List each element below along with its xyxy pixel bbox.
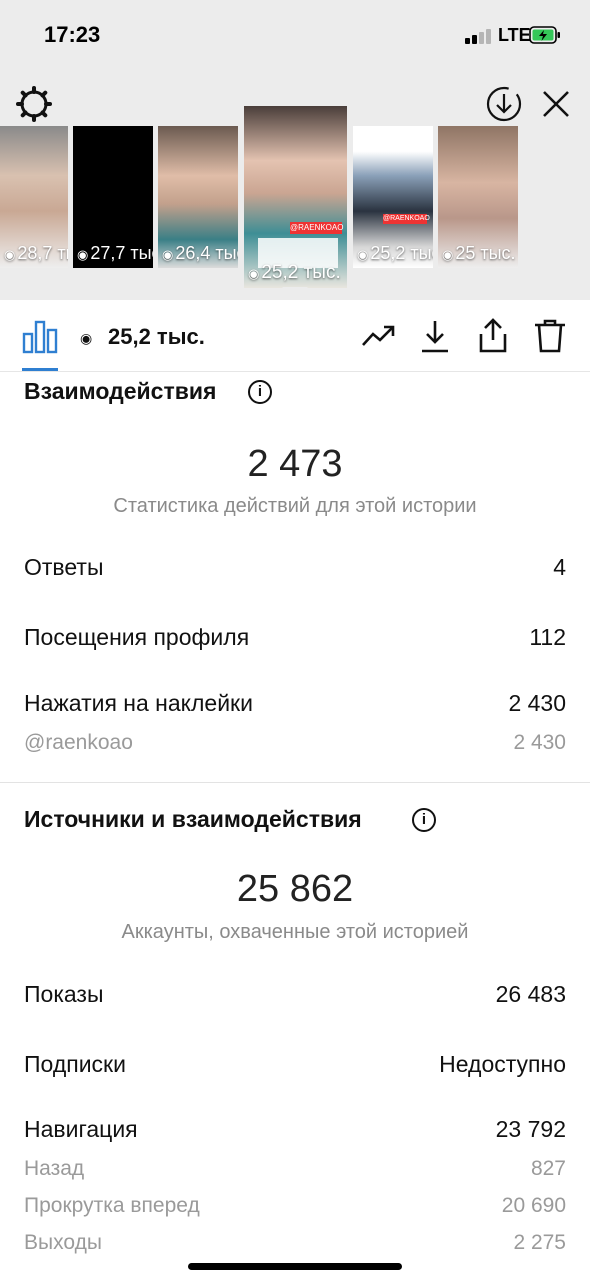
accounts-reached-subtitle: Аккаунты, охваченные этой историей <box>121 921 469 943</box>
bar-chart-icon[interactable] <box>22 320 58 354</box>
replies-value: 4 <box>553 554 566 580</box>
thumbnail-views: ◉25,2 тыс. <box>248 262 341 283</box>
signal-icon <box>465 28 493 44</box>
selected-pointer <box>282 287 308 299</box>
sticker-taps-label: Нажатия на наклейки <box>24 690 253 716</box>
interactions-title: Взаимодействия <box>24 378 217 404</box>
share-icon[interactable] <box>475 318 511 354</box>
info-icon[interactable]: i <box>248 380 272 404</box>
exits-value: 2 275 <box>513 1231 566 1254</box>
story-thumbnail[interactable]: ◉28,7 тыс. <box>0 126 68 268</box>
eye-icon: ◉ <box>442 247 454 262</box>
thumbnail-views: ◉25,2 тыс. <box>357 243 433 263</box>
story-thumbnail[interactable]: ◉ 25 тыс. <box>438 126 518 268</box>
thumbnail-views: ◉28,7 тыс. <box>4 243 68 263</box>
interactions-subtitle: Статистика действий для этой истории <box>113 495 477 517</box>
eye-icon: ◉ <box>80 330 93 346</box>
profile-visits-value: 112 <box>529 624 566 650</box>
story-thumbnail[interactable]: ◉26,4 тыс. <box>158 126 238 268</box>
thumbnail-views: ◉27,7 тыс. <box>77 243 153 263</box>
thumbnail-views: ◉26,4 тыс. <box>162 243 238 263</box>
sticker-tag: @RAENKOAO <box>383 214 430 224</box>
download-circle-icon[interactable] <box>484 84 524 124</box>
sticker-mention-value: 2 430 <box>513 731 566 754</box>
insights-toolbar: ◉ 25,2 тыс. <box>0 300 590 372</box>
section-divider <box>0 782 590 783</box>
sticker-mention-label[interactable]: @raenkoao <box>24 731 133 755</box>
navigation-value: 23 792 <box>495 1116 566 1142</box>
status-time: 17:23 <box>44 22 101 47</box>
eye-icon: ◉ <box>248 266 260 281</box>
story-view-count: 25,2 тыс. <box>108 324 205 349</box>
forward-value: 20 690 <box>501 1194 566 1217</box>
back-value: 827 <box>530 1157 566 1180</box>
story-thumbnail[interactable]: @RAENKOAO ◉25,2 тыс. <box>353 126 433 268</box>
eye-icon: ◉ <box>77 247 89 262</box>
status-bar: 17:23 LTE <box>0 0 590 70</box>
eye-icon: ◉ <box>4 247 16 262</box>
back-label: Назад <box>24 1157 85 1180</box>
download-icon[interactable] <box>417 318 453 354</box>
impressions-value: 26 483 <box>495 981 566 1007</box>
trash-icon[interactable] <box>532 318 568 354</box>
close-icon[interactable] <box>536 84 576 124</box>
story-carousel-header: 17:23 LTE ◉28,7 тыс. <box>0 0 590 300</box>
network-label: LTE <box>498 25 531 45</box>
gear-icon[interactable] <box>14 84 54 124</box>
sticker-taps-value: 2 430 <box>508 690 566 716</box>
profile-visits-label: Посещения профиля <box>24 624 250 650</box>
battery-icon <box>529 26 560 44</box>
active-tab-indicator <box>22 368 58 371</box>
impressions-label: Показы <box>24 981 104 1007</box>
info-icon[interactable]: i <box>412 808 436 832</box>
exits-label: Выходы <box>24 1231 102 1254</box>
home-indicator[interactable] <box>188 1263 402 1270</box>
follows-label: Подписки <box>24 1051 126 1077</box>
forward-label: Прокрутка вперед <box>24 1194 200 1217</box>
discovery-title: Источники и взаимодействия <box>24 806 362 832</box>
trending-icon[interactable] <box>360 318 396 354</box>
thumbnail-views: ◉ 25 тыс. <box>442 243 516 263</box>
story-thumbnail[interactable]: ◉27,7 тыс. <box>73 126 153 268</box>
interactions-total: 2 473 <box>247 443 343 485</box>
story-thumbnail-selected[interactable]: @RAENKOAO ◉ 25,2 тыс. <box>244 106 347 288</box>
eye-icon: ◉ <box>162 247 174 262</box>
accounts-reached-total: 25 862 <box>236 868 354 910</box>
sticker-tag: @RAENKOAO <box>290 222 344 234</box>
navigation-label: Навигация <box>24 1116 138 1142</box>
follows-value: Недоступно <box>439 1051 566 1077</box>
replies-label: Ответы <box>24 554 104 580</box>
eye-icon: ◉ <box>357 247 369 262</box>
